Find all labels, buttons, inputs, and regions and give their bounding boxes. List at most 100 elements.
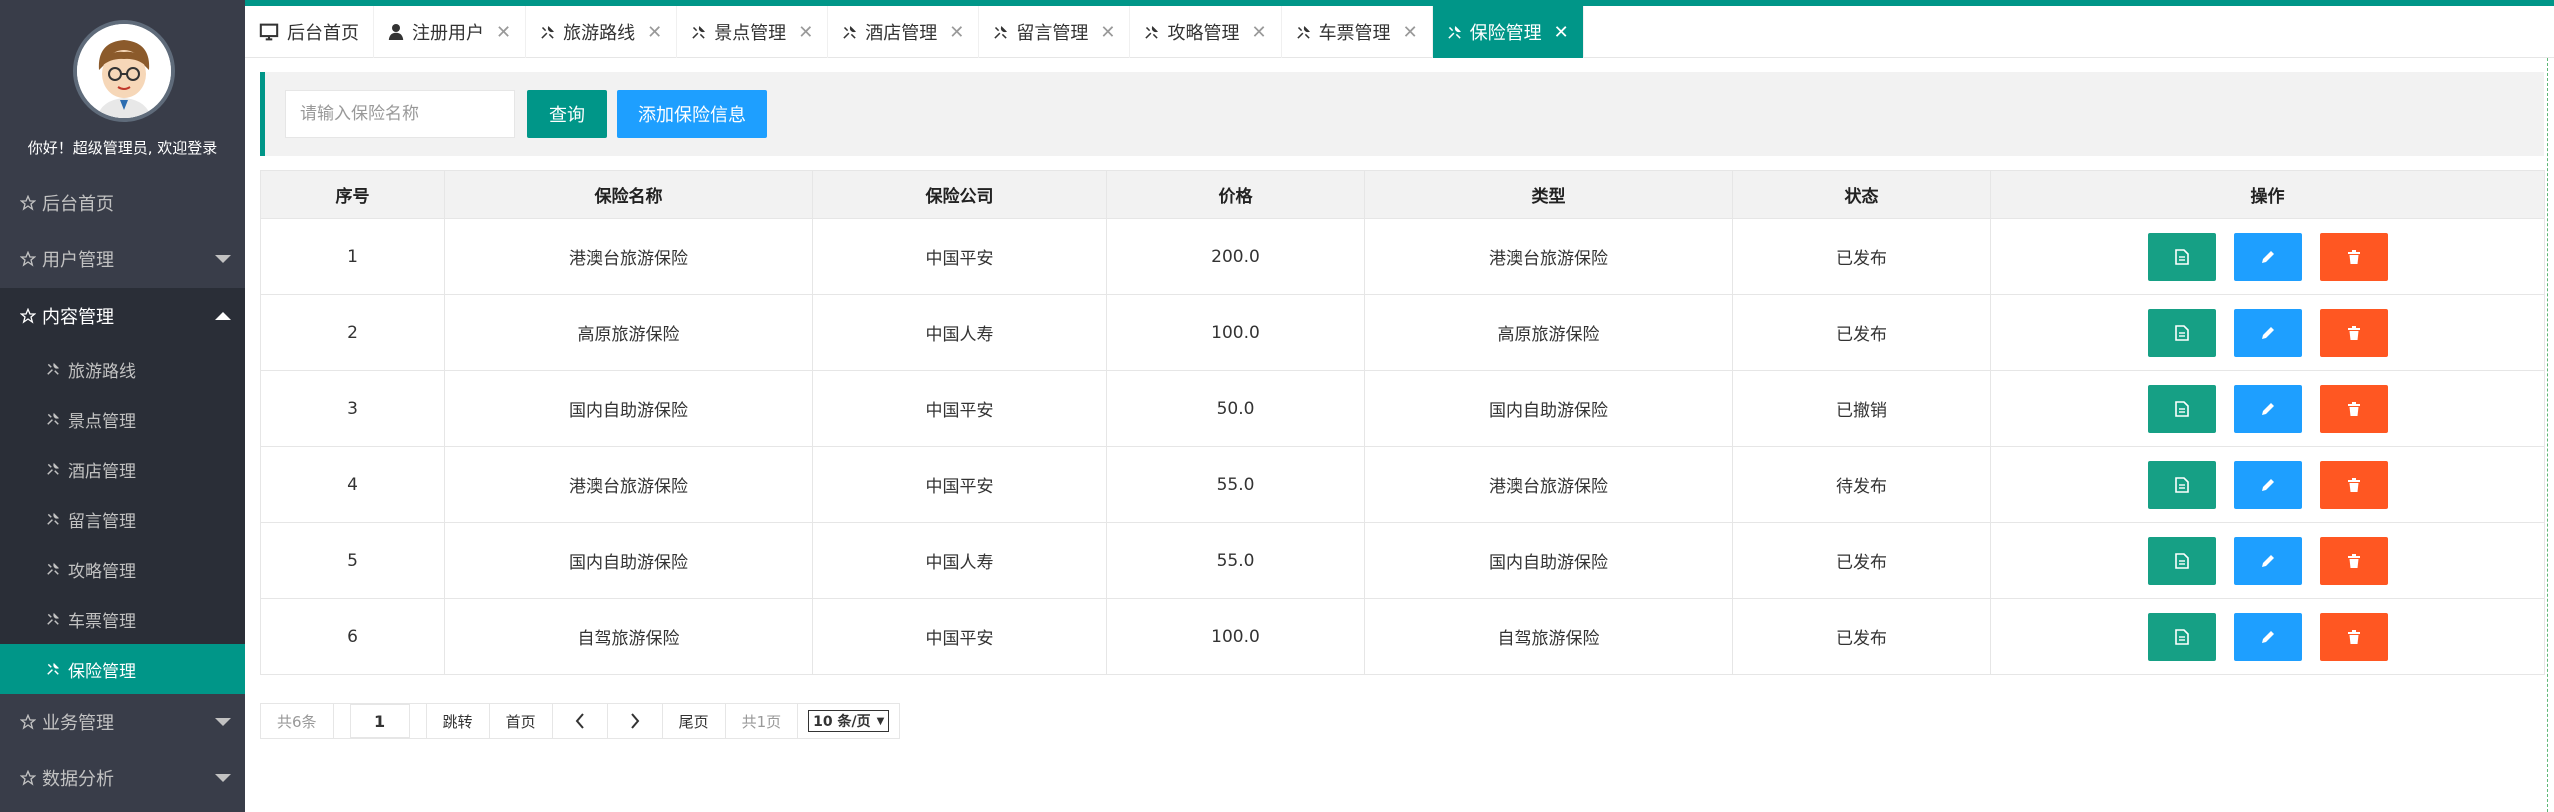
tab-guides[interactable]: 攻略管理 ✕ <box>1130 6 1282 58</box>
edit-button[interactable] <box>2233 612 2302 661</box>
pencil-icon <box>2261 630 2274 643</box>
add-insurance-button[interactable]: 添加保险信息 <box>617 90 767 138</box>
close-icon[interactable]: ✕ <box>1251 22 1266 43</box>
edit-button[interactable] <box>2233 536 2302 585</box>
table-cell: 已撤销 <box>1732 370 1991 447</box>
tab-tickets[interactable]: 车票管理 ✕ <box>1282 6 1433 58</box>
last-page-button[interactable]: 尾页 <box>663 704 726 738</box>
sidebar-item-content[interactable]: 内容管理 <box>0 288 245 344</box>
wrench-icon <box>44 662 62 676</box>
edit-button[interactable] <box>2233 384 2302 433</box>
actions-cell <box>1990 522 2545 599</box>
first-page-button[interactable]: 首页 <box>490 704 553 738</box>
monitor-icon <box>259 23 279 41</box>
pencil-icon <box>2261 478 2274 491</box>
delete-button[interactable] <box>2319 232 2388 281</box>
page-number-input[interactable]: 1 <box>349 704 410 738</box>
sidebar-subitem-spots[interactable]: 景点管理 <box>0 394 245 444</box>
wrench-icon <box>1447 25 1462 40</box>
query-button[interactable]: 查询 <box>527 90 607 138</box>
tab-home[interactable]: 后台首页 <box>245 6 374 58</box>
sidebar-item-label: 内容管理 <box>42 307 114 328</box>
view-button[interactable] <box>2147 612 2216 661</box>
close-icon[interactable]: ✕ <box>949 22 964 43</box>
chevron-down-icon <box>215 718 231 726</box>
edit-button[interactable] <box>2233 460 2302 509</box>
sidebar-subitem-label: 车票管理 <box>68 611 136 632</box>
star-icon <box>18 308 38 324</box>
wrench-icon <box>993 25 1008 40</box>
wrench-icon <box>540 25 555 40</box>
close-icon[interactable]: ✕ <box>1554 22 1569 43</box>
sidebar-item-users[interactable]: 用户管理 <box>0 231 245 287</box>
edit-button[interactable] <box>2233 232 2302 281</box>
divider <box>2547 58 2548 812</box>
table-cell: 高原旅游保险 <box>1364 294 1733 371</box>
wrench-icon <box>1144 25 1159 40</box>
column-header: 保险名称 <box>444 170 813 219</box>
sidebar-subitem-messages[interactable]: 留言管理 <box>0 494 245 544</box>
delete-button[interactable] <box>2319 612 2388 661</box>
sidebar-item-business[interactable]: 业务管理 <box>0 694 245 750</box>
table-cell: 国内自助游保险 <box>444 522 813 599</box>
tab-messages[interactable]: 留言管理 ✕ <box>979 6 1131 58</box>
table-cell: 1 <box>260 218 445 295</box>
table-row: 5 国内自助游保险 中国人寿 55.0 国内自助游保险 已发布 <box>260 522 2545 599</box>
page-size-select[interactable]: 10 条/页 ▼ <box>808 710 890 732</box>
wrench-icon <box>1296 25 1311 40</box>
delete-button[interactable] <box>2319 460 2388 509</box>
table-cell: 已发布 <box>1732 522 1991 599</box>
view-button[interactable] <box>2147 536 2216 585</box>
close-icon[interactable]: ✕ <box>496 22 511 43</box>
wrench-icon <box>691 25 706 40</box>
pencil-icon <box>2261 326 2274 339</box>
actions-cell <box>1990 294 2545 371</box>
tab-spots[interactable]: 景点管理 ✕ <box>677 6 829 58</box>
close-icon[interactable]: ✕ <box>798 22 813 43</box>
sidebar-subitem-label: 景点管理 <box>68 411 136 432</box>
sidebar-subitem-label: 保险管理 <box>68 661 136 682</box>
document-icon <box>2174 324 2189 341</box>
jump-button[interactable]: 跳转 <box>427 704 490 738</box>
tab-label: 车票管理 <box>1318 23 1391 44</box>
sidebar-item-analytics[interactable]: 数据分析 <box>0 750 245 806</box>
close-icon[interactable]: ✕ <box>1100 22 1115 43</box>
sidebar-subitem-insurance[interactable]: 保险管理 <box>0 644 245 694</box>
view-button[interactable] <box>2147 308 2216 357</box>
next-page-button[interactable] <box>608 704 663 738</box>
table-cell: 自驾旅游保险 <box>444 598 813 675</box>
tab-hotels[interactable]: 酒店管理 ✕ <box>828 6 980 58</box>
delete-button[interactable] <box>2319 308 2388 357</box>
wrench-icon <box>44 612 62 626</box>
sidebar-subitem-tickets[interactable]: 车票管理 <box>0 594 245 644</box>
delete-button[interactable] <box>2319 536 2388 585</box>
view-button[interactable] <box>2147 384 2216 433</box>
table-cell: 已发布 <box>1732 218 1991 295</box>
tab-label: 攻略管理 <box>1167 23 1240 44</box>
tab-label: 保险管理 <box>1469 23 1542 44</box>
actions-cell <box>1990 218 2545 295</box>
document-icon <box>2174 400 2189 417</box>
edit-button[interactable] <box>2233 308 2302 357</box>
table-cell: 6 <box>260 598 445 675</box>
close-icon[interactable]: ✕ <box>647 22 662 43</box>
document-icon <box>2174 476 2189 493</box>
tab-routes[interactable]: 旅游路线 ✕ <box>526 6 678 58</box>
view-button[interactable] <box>2147 460 2216 509</box>
wrench-icon <box>842 25 857 40</box>
table-cell: 55.0 <box>1106 446 1365 523</box>
table-cell: 100.0 <box>1106 294 1365 371</box>
sidebar-subitem-hotels[interactable]: 酒店管理 <box>0 444 245 494</box>
tab-insurance[interactable]: 保险管理 ✕ <box>1432 6 1584 58</box>
prev-page-button[interactable] <box>553 704 608 738</box>
search-input[interactable] <box>285 90 515 138</box>
view-button[interactable] <box>2147 232 2216 281</box>
sidebar-item-home[interactable]: 后台首页 <box>0 175 245 231</box>
avatar[interactable] <box>73 20 175 122</box>
sidebar-subitem-guides[interactable]: 攻略管理 <box>0 544 245 594</box>
sidebar-subitem-routes[interactable]: 旅游路线 <box>0 344 245 394</box>
delete-button[interactable] <box>2319 384 2388 433</box>
tab-registered-users[interactable]: 注册用户 ✕ <box>374 6 527 58</box>
chevron-down-icon: ▼ <box>876 715 885 727</box>
close-icon[interactable]: ✕ <box>1403 22 1418 43</box>
